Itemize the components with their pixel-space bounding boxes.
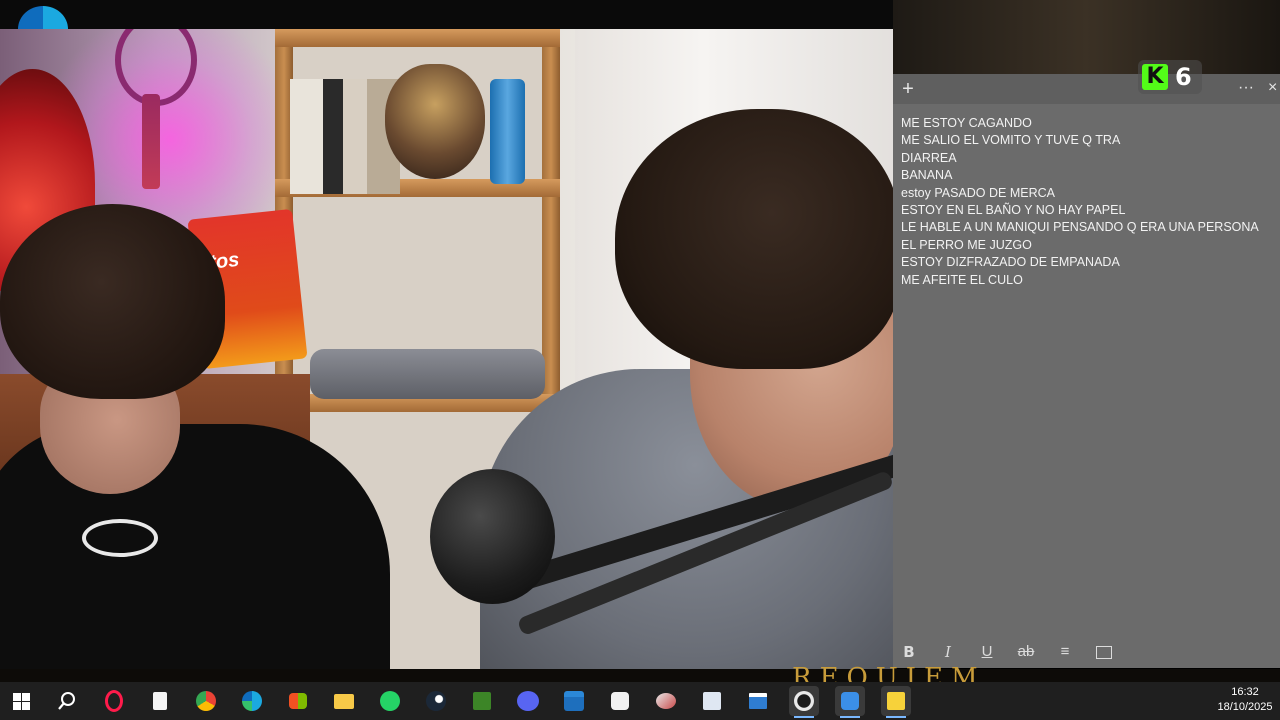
search-button[interactable] <box>52 686 82 716</box>
discord-icon <box>517 691 539 711</box>
wolf-mask <box>385 64 485 179</box>
discord-button[interactable] <box>513 686 543 716</box>
opera-gx-icon <box>105 690 123 712</box>
blue-app-button[interactable] <box>835 686 865 718</box>
books <box>290 79 400 194</box>
bottom-strip <box>0 669 1280 682</box>
obs-button[interactable] <box>789 686 819 718</box>
background-art <box>893 0 1280 74</box>
start-button[interactable] <box>6 686 36 716</box>
minecraft-button[interactable] <box>467 686 497 716</box>
steam-icon <box>426 691 446 711</box>
store-icon <box>289 693 307 709</box>
italic-button[interactable]: I <box>937 641 959 663</box>
notepad-icon <box>703 692 721 710</box>
calendar-button[interactable] <box>559 686 589 716</box>
search-icon <box>58 692 75 710</box>
note-line[interactable]: BANANA <box>901 167 1273 184</box>
note-line[interactable]: ESTOY DIZFRAZADO DE EMPANADA <box>901 254 1273 271</box>
folded-clothes <box>310 349 545 399</box>
store-button[interactable] <box>283 686 313 716</box>
background-title: REQUIEM <box>792 663 986 682</box>
insert-image-button[interactable] <box>1093 641 1115 663</box>
file-icon <box>153 692 167 710</box>
note-line[interactable]: ESTOY EN EL BAÑO Y NO HAY PAPEL <box>901 202 1273 219</box>
steam-button[interactable] <box>421 686 451 716</box>
edge-icon <box>242 691 262 711</box>
close-icon[interactable]: × <box>1268 78 1280 98</box>
strikethrough-button[interactable]: ab <box>1015 641 1037 663</box>
more-options-icon[interactable]: ··· <box>1238 78 1256 98</box>
edge-logo-icon <box>18 6 68 29</box>
microphone <box>430 469 555 604</box>
kick-logo-icon: K <box>1142 64 1168 90</box>
clock-time: 16:32 <box>1231 686 1259 698</box>
sticky-note-window[interactable]: + ··· × ME ESTOY CAGANDO ME SALIO EL VOM… <box>893 74 1280 668</box>
note-line[interactable]: ME SALIO EL VOMITO Y TUVE Q TRA <box>901 132 1273 149</box>
capcut-button[interactable] <box>605 686 635 716</box>
note-line[interactable]: ME AFEITE EL CULO <box>901 272 1273 289</box>
note-text-area[interactable]: ME ESTOY CAGANDO ME SALIO EL VOMITO Y TU… <box>901 115 1273 289</box>
chrome-button[interactable] <box>191 686 221 716</box>
opera-gx-button[interactable] <box>99 686 129 716</box>
weather-icon <box>656 693 676 709</box>
edge-button[interactable] <box>237 686 267 716</box>
notepad-button[interactable] <box>697 686 727 716</box>
note-line[interactable]: LE HABLE A UN MANIQUI PENSANDO Q ERA UNA… <box>901 219 1273 236</box>
whatsapp-button[interactable] <box>375 686 405 716</box>
bullet-list-button[interactable]: ≡ <box>1054 641 1076 663</box>
webcam-feed: ritos <box>0 29 893 669</box>
top-bar <box>0 0 893 29</box>
underline-button[interactable]: U <box>976 641 998 663</box>
capcut-icon <box>611 692 629 710</box>
clock-date: 18/10/2025 <box>1217 701 1273 713</box>
obs-icon <box>794 691 814 711</box>
calendar-icon <box>564 691 584 711</box>
viewer-count: 6 <box>1175 63 1192 91</box>
chrome-icon <box>196 691 216 711</box>
task-manager-icon <box>749 693 767 709</box>
person-right-hair <box>615 109 893 369</box>
weather-app-button[interactable] <box>651 686 681 716</box>
sticky-notes-button[interactable] <box>881 686 911 718</box>
file-explorer-button[interactable] <box>329 686 359 716</box>
folder-icon <box>334 693 354 709</box>
tennis-ball-can <box>490 79 525 184</box>
task-manager-button[interactable] <box>743 686 773 716</box>
add-note-icon[interactable]: + <box>898 79 918 99</box>
person-left-hair <box>0 204 225 399</box>
taskbar: 16:32 18/10/2025 <box>0 682 1280 720</box>
note-line[interactable]: ME ESTOY CAGANDO <box>901 115 1273 132</box>
app-icon <box>841 692 859 710</box>
shirt-logo <box>82 519 158 557</box>
note-line[interactable]: DIARREA <box>901 150 1273 167</box>
windows-icon <box>12 692 30 710</box>
image-icon <box>1096 646 1112 659</box>
note-line[interactable]: estoy PASADO DE MERCA <box>901 185 1273 202</box>
minecraft-icon <box>473 692 491 710</box>
kick-viewer-badge: K 6 <box>1138 60 1202 94</box>
bold-button[interactable]: B <box>898 641 920 663</box>
sticky-notes-icon <box>887 692 905 710</box>
note-line[interactable]: EL PERRO ME JUZGO <box>901 237 1273 254</box>
note-header[interactable]: + ··· × <box>893 74 1280 104</box>
file-button[interactable] <box>145 686 175 716</box>
racket-handle <box>142 94 160 189</box>
whatsapp-icon <box>380 691 400 711</box>
taskbar-clock[interactable]: 16:32 18/10/2025 <box>1210 685 1280 715</box>
